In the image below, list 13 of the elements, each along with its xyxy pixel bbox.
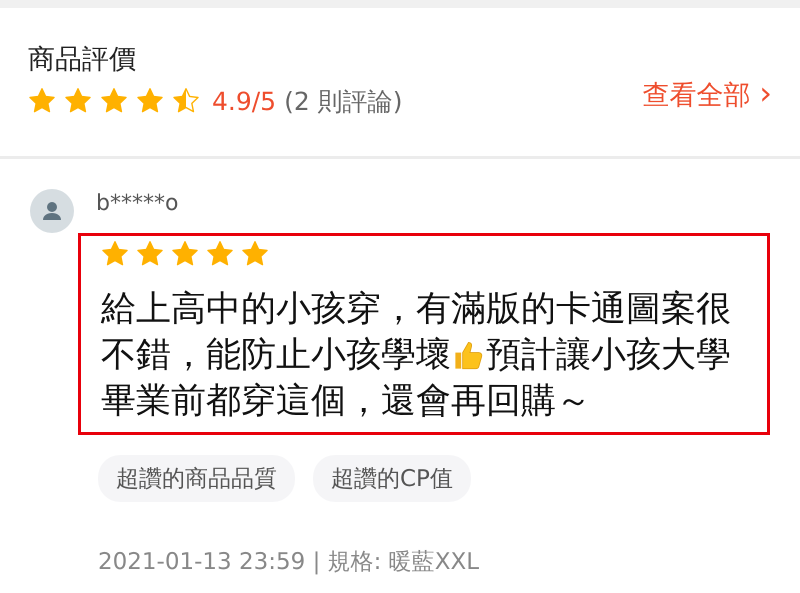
rating-score: 4.9/5 bbox=[212, 86, 276, 116]
username: b*****o bbox=[96, 190, 178, 216]
review-tag: 超讚的CP值 bbox=[313, 455, 471, 502]
review-meta: 2021-01-13 23:59 | 規格: 暖藍XXL bbox=[98, 548, 480, 577]
review-text: 畢業前都穿這個，還會再回購～ bbox=[101, 380, 591, 423]
review-count: (2 則評論) bbox=[284, 86, 402, 118]
avatar-icon bbox=[30, 189, 74, 233]
view-all-link[interactable]: 查看全部 › bbox=[642, 74, 772, 112]
review-text: 預計讓小孩大學 bbox=[486, 334, 731, 377]
review-text: 給上高中的小孩穿，有滿版的卡通圖案很 bbox=[101, 288, 731, 331]
section-title: 商品評價 bbox=[28, 42, 137, 76]
review-tag: 超讚的商品品質 bbox=[98, 455, 295, 502]
review-text: 不錯，能防止小孩學壞 bbox=[101, 334, 451, 377]
